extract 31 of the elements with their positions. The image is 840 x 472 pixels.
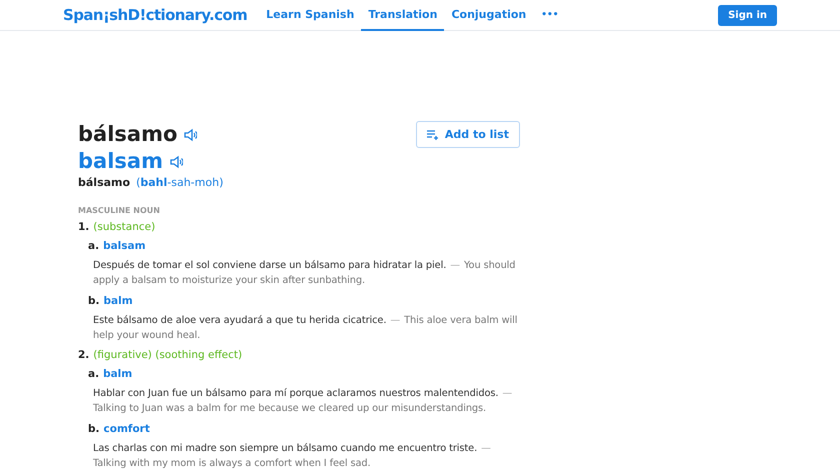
sign-in-button[interactable]: Sign in	[718, 4, 777, 26]
sense-context: (figurative) (soothing effect)	[93, 349, 242, 361]
nav-link[interactable]: Translation	[361, 0, 444, 31]
translation-word[interactable]: balm	[103, 368, 132, 380]
translation-word[interactable]: balsam	[103, 240, 146, 252]
more-menu[interactable]: •••	[533, 0, 566, 30]
translation-letter: a.	[88, 240, 100, 252]
translation-word: balsam	[78, 148, 163, 175]
speaker-icon[interactable]	[183, 128, 198, 142]
part-of-speech: MASCULINE NOUN	[78, 206, 161, 215]
speaker-icon[interactable]	[168, 154, 183, 168]
nav-link[interactable]: Conjugation	[444, 0, 534, 31]
example-sentence: Hablar con Juan fue un bálsamo para mí porque aclaramos nuestros malentendidos. — Talking to Juan was a balm for me because we cleared up our misunderstandings.	[93, 387, 514, 416]
headword: bálsamo	[78, 121, 178, 148]
example-sentence: Las charlas con mi madre son siempre un bálsamo cuando me encuentro triste. — Talking with my mom is always a comfort when I feel sad.	[93, 442, 492, 471]
translation-word[interactable]: balm	[104, 295, 133, 307]
list-add-icon	[426, 130, 439, 140]
sense-number: 1.	[78, 221, 90, 233]
sense-number: 2.	[78, 349, 90, 361]
pronounced-word: bálsamo	[78, 176, 130, 189]
example-sentence: Este bálsamo de aloe vera ayudará a que tu herida cicatrice. — This aloe vera balm will help your wound heal.	[93, 314, 518, 343]
sense-context: (substance)	[93, 221, 156, 233]
site-logo[interactable]: Span¡shD!ctionary.com	[63, 6, 248, 24]
translation-letter: b.	[88, 295, 100, 307]
translation-letter: b.	[88, 423, 100, 435]
nav-link[interactable]: Learn Spanish	[259, 0, 362, 31]
add-to-list-button[interactable]: Add to list	[416, 121, 520, 148]
example-sentence: Después de tomar el sol conviene darse un bálsamo para hidratar la piel. — You should apply a balsam to moisturize your skin after sunbathing.	[93, 259, 516, 288]
translation-word[interactable]: comfort	[104, 423, 150, 435]
translation-letter: a.	[88, 368, 100, 380]
pronunciation: (bahl-sah-moh)	[136, 176, 224, 189]
